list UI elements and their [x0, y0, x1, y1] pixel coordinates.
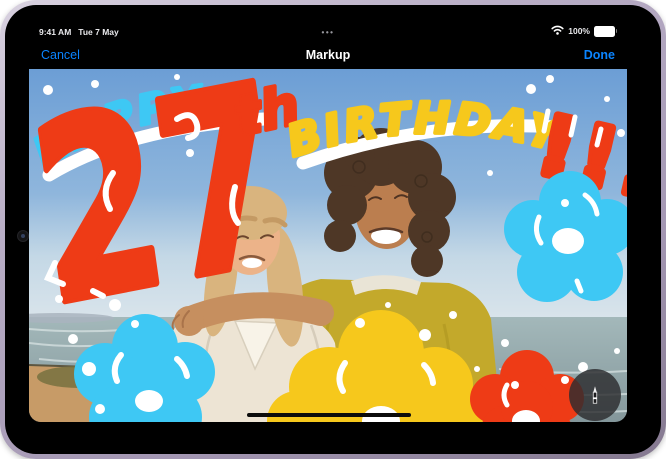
- wifi-icon: [551, 25, 564, 37]
- status-bar: 9:41 AM Tue 7 May ••• 100%: [29, 17, 627, 41]
- ipad-device: 9:41 AM Tue 7 May ••• 100%: [0, 0, 666, 459]
- pen-tool-icon: [584, 384, 606, 406]
- photo-editor-canvas[interactable]: HAPPY 27: [29, 69, 627, 422]
- screenshot: 9:41 AM Tue 7 May ••• 100%: [0, 0, 666, 459]
- photo-canvas-svg[interactable]: HAPPY 27: [29, 69, 627, 422]
- battery-icon: [594, 26, 617, 37]
- battery-percent: 100%: [568, 26, 590, 36]
- pen-tool-button[interactable]: [569, 369, 621, 421]
- device-bezel: 9:41 AM Tue 7 May ••• 100%: [5, 5, 661, 454]
- markup-toolbar: Cancel Markup Done: [29, 41, 627, 69]
- screen: 9:41 AM Tue 7 May ••• 100%: [29, 17, 627, 422]
- home-indicator[interactable]: [247, 413, 411, 417]
- done-button[interactable]: Done: [584, 48, 615, 62]
- multitask-dots-icon: •••: [29, 28, 627, 37]
- page-title: Markup: [29, 48, 627, 62]
- front-camera: [17, 230, 29, 242]
